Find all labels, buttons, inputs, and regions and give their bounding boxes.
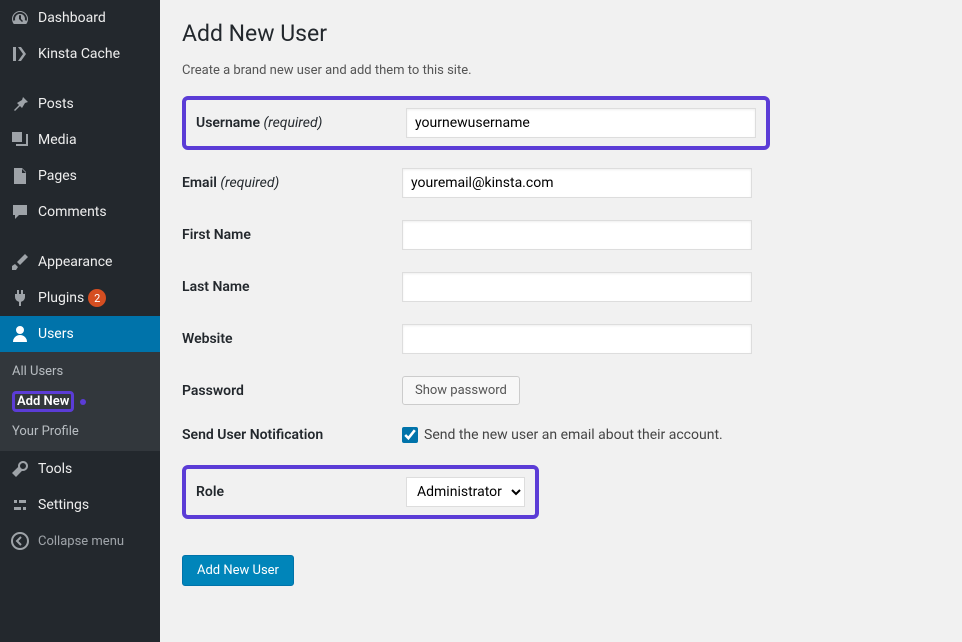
sidebar-item-plugins[interactable]: Plugins 2 bbox=[0, 280, 160, 316]
notify-label: Send User Notification bbox=[182, 427, 402, 443]
website-input[interactable] bbox=[402, 324, 752, 354]
show-password-button[interactable]: Show password bbox=[402, 376, 520, 405]
main-content: Add New User Create a brand new user and… bbox=[160, 0, 962, 642]
users-submenu: All Users Add New Your Profile bbox=[0, 352, 160, 451]
sidebar-item-posts[interactable]: Posts bbox=[0, 86, 160, 122]
brush-icon bbox=[10, 252, 30, 272]
username-input[interactable] bbox=[406, 108, 756, 138]
label: Posts bbox=[38, 96, 74, 112]
highlight-dot bbox=[80, 399, 86, 405]
sidebar-item-users[interactable]: Users bbox=[0, 316, 160, 352]
collapse-icon bbox=[10, 531, 30, 551]
label: Appearance bbox=[38, 254, 112, 270]
media-icon bbox=[10, 130, 30, 150]
admin-sidebar: Dashboard Kinsta Cache Posts Media Pages… bbox=[0, 0, 160, 642]
last-name-input[interactable] bbox=[402, 272, 752, 302]
sidebar-item-pages[interactable]: Pages bbox=[0, 158, 160, 194]
role-label: Role bbox=[196, 484, 406, 500]
username-label: Username (required) bbox=[196, 115, 406, 131]
user-icon bbox=[10, 324, 30, 344]
label: Users bbox=[38, 326, 74, 342]
sidebar-item-appearance[interactable]: Appearance bbox=[0, 244, 160, 280]
wrench-icon bbox=[10, 459, 30, 479]
label: Settings bbox=[38, 497, 89, 513]
label: Plugins bbox=[38, 290, 84, 306]
sidebar-item-comments[interactable]: Comments bbox=[0, 194, 160, 230]
plugin-icon bbox=[10, 288, 30, 308]
sidebar-item-kinsta[interactable]: Kinsta Cache bbox=[0, 36, 160, 72]
add-user-button[interactable]: Add New User bbox=[182, 555, 294, 586]
last-name-label: Last Name bbox=[182, 279, 402, 295]
highlight-role: Role Administrator bbox=[182, 465, 539, 519]
submenu-all-users[interactable]: All Users bbox=[0, 358, 160, 385]
collapse-menu[interactable]: Collapse menu bbox=[0, 523, 160, 559]
website-label: Website bbox=[182, 331, 402, 347]
page-description: Create a brand new user and add them to … bbox=[182, 63, 940, 78]
label: Kinsta Cache bbox=[38, 46, 120, 62]
settings-icon bbox=[10, 495, 30, 515]
email-label: Email (required) bbox=[182, 175, 402, 191]
page-title: Add New User bbox=[182, 20, 940, 47]
label: Pages bbox=[38, 168, 77, 184]
sidebar-item-media[interactable]: Media bbox=[0, 122, 160, 158]
sidebar-item-tools[interactable]: Tools bbox=[0, 451, 160, 487]
sidebar-item-dashboard[interactable]: Dashboard bbox=[0, 0, 160, 36]
role-select[interactable]: Administrator bbox=[406, 477, 525, 507]
comment-icon bbox=[10, 202, 30, 222]
highlight-username: Username (required) bbox=[182, 96, 770, 150]
submenu-your-profile[interactable]: Your Profile bbox=[0, 418, 160, 445]
notify-checkbox[interactable] bbox=[402, 427, 418, 443]
first-name-input[interactable] bbox=[402, 220, 752, 250]
email-input[interactable] bbox=[402, 168, 752, 198]
label: Tools bbox=[38, 461, 72, 477]
pin-icon bbox=[10, 94, 30, 114]
update-badge: 2 bbox=[88, 289, 106, 307]
page-icon bbox=[10, 166, 30, 186]
password-label: Password bbox=[182, 383, 402, 399]
label: Dashboard bbox=[38, 10, 106, 26]
dashboard-icon bbox=[10, 8, 30, 28]
label: Collapse menu bbox=[38, 534, 124, 549]
sidebar-item-settings[interactable]: Settings bbox=[0, 487, 160, 523]
first-name-label: First Name bbox=[182, 227, 402, 243]
submenu-add-new[interactable]: Add New bbox=[0, 385, 160, 418]
label: Media bbox=[38, 132, 77, 148]
kinsta-icon bbox=[10, 44, 30, 64]
notify-text: Send the new user an email about their a… bbox=[424, 427, 723, 443]
label: Comments bbox=[38, 204, 107, 220]
